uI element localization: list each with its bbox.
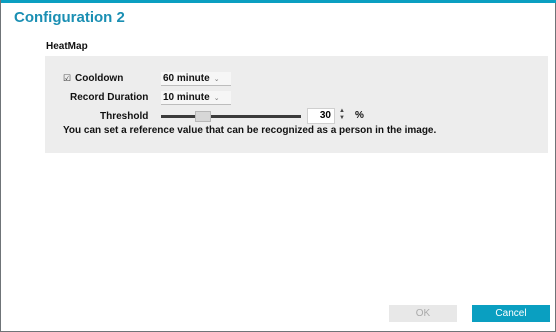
threshold-hint: You can set a reference value that can b… [63,125,437,136]
threshold-slider-handle[interactable] [195,111,211,122]
record-duration-label: Record Duration [70,92,149,103]
cooldown-checkbox[interactable]: ☑ [63,74,72,83]
spin-up-down-icon[interactable]: ▲ ▼ [338,108,346,124]
configuration-dialog: Configuration 2 HeatMap ☑ Cooldown 60 mi… [0,0,556,332]
ok-button[interactable]: OK [389,305,457,322]
dialog-title: Configuration 2 [14,9,125,26]
accent-bar [1,0,556,3]
cooldown-dropdown[interactable]: 60 minute ⌄ [161,72,231,86]
threshold-label: Threshold [100,111,149,122]
heatmap-panel [45,56,548,153]
cooldown-value: 60 minute [163,73,210,84]
cooldown-label: Cooldown [75,73,124,84]
record-duration-dropdown[interactable]: 10 minute ⌄ [161,91,231,105]
section-heading: HeatMap [46,41,88,52]
threshold-unit: % [355,110,364,121]
threshold-slider[interactable] [161,115,301,118]
chevron-down-icon: ⌄ [213,76,220,83]
record-duration-value: 10 minute [163,92,210,103]
chevron-down-icon: ⌄ [213,95,220,102]
threshold-value-field[interactable]: 30 [307,108,335,124]
cancel-button[interactable]: Cancel [472,305,550,322]
